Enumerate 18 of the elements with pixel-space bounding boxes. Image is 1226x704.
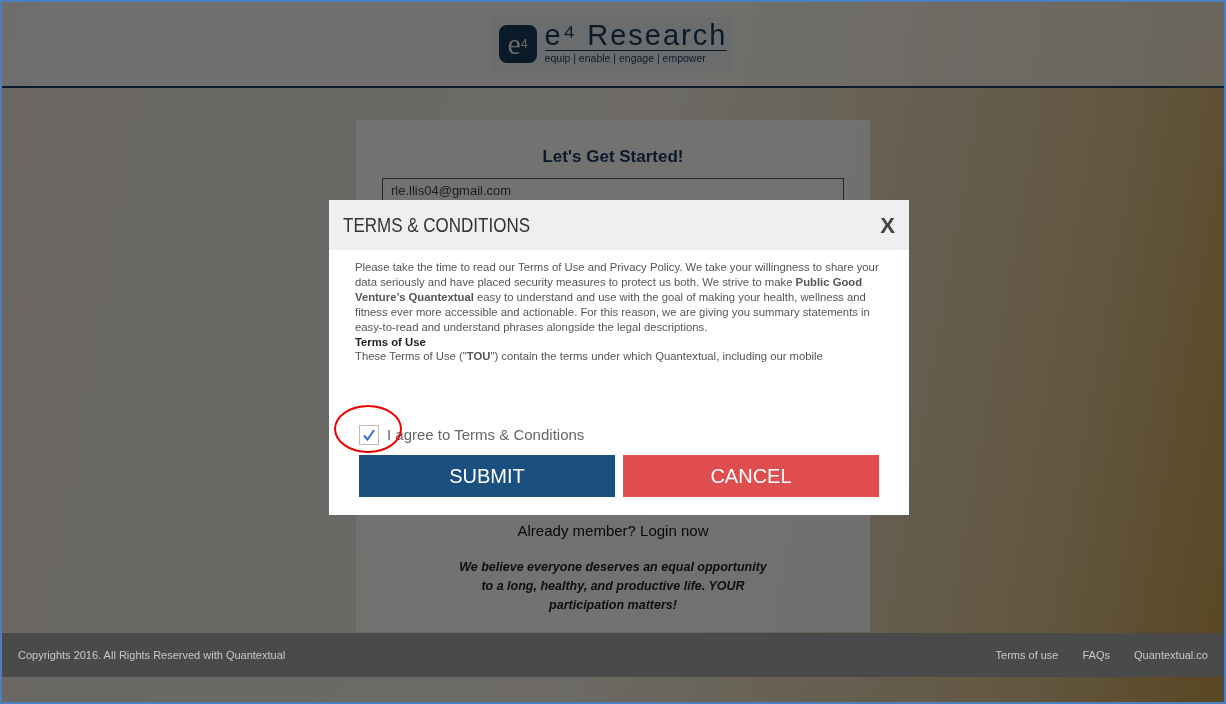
logo-tagline: equip | enable | engage | empower [544, 51, 707, 67]
terms-paragraph: Please take the time to read our Terms of Use and Privacy Policy. We take your willingness to share your data seriously and have placed security measures to protect us both. We strive to make Public Good Venture’s Quantextual easy to understand and use with the goal of making your health, wellness and fitness ever more accessible and actionable. For this reason, we are giving you summary statements in easy-to-read and understand phrases alongside the legal descriptions. [355, 260, 880, 335]
cancel-button[interactable]: CANCEL [623, 454, 879, 497]
signup-title: Let's Get Started! [541, 146, 685, 168]
submit-button[interactable]: SUBMIT [359, 454, 615, 497]
close-button[interactable]: X [880, 208, 895, 242]
footer-link[interactable]: Terms of use [995, 646, 1059, 664]
footer-link[interactable]: FAQs [1082, 646, 1110, 664]
logo-mark-icon: e$^{4}$ [498, 25, 537, 63]
login-link[interactable]: Already member? Login now [517, 521, 709, 539]
dialog-title: TERMS & CONDITIONS [343, 213, 530, 238]
logo-title: e⁴ Research [544, 21, 728, 52]
footer-link[interactable]: Quantextual.co [1134, 646, 1208, 664]
agree-checkbox[interactable] [359, 425, 379, 446]
tagline-text: We believe everyone deserves an equal opportunity to a long, healthy, and productive life. YOUR participation matters! [458, 559, 768, 614]
terms-paragraph: These Terms of Use ("TOU") contain the terms under which Quantextual, including our mobile [355, 349, 824, 365]
copyright-text: Copyrights 2016. All Rights Reserved with Quantextual [18, 647, 286, 663]
section-heading: Terms of Use [355, 334, 427, 350]
